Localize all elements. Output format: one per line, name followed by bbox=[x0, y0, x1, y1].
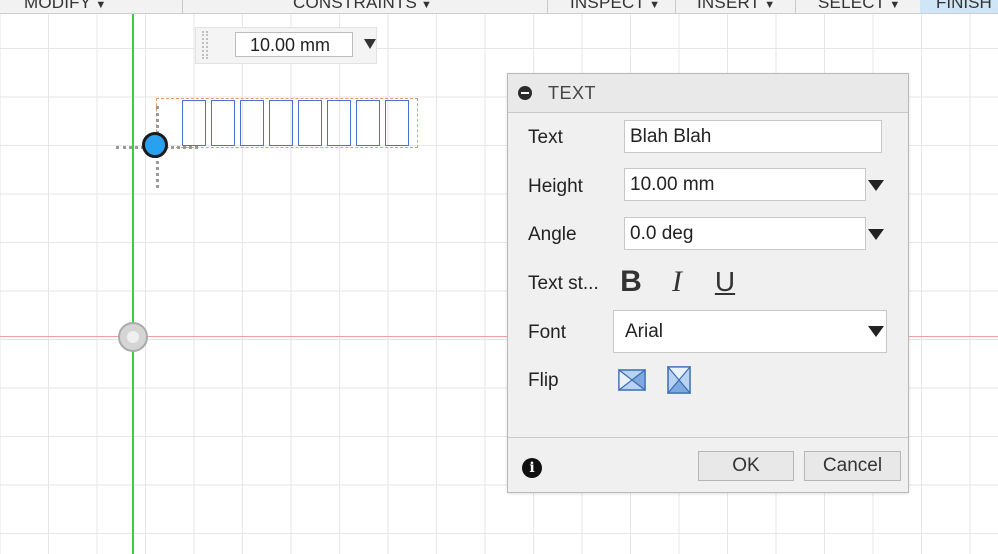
toolbar-constraints-label: CONSTRAINTS bbox=[293, 0, 418, 12]
toolbar-select-menu[interactable]: SELECT ▼ bbox=[818, 0, 900, 13]
text-glyph-box bbox=[356, 100, 380, 146]
italic-button[interactable]: I bbox=[660, 265, 694, 299]
toolbar-divider bbox=[675, 0, 676, 13]
angle-dropdown-arrow[interactable] bbox=[868, 229, 884, 240]
dimension-input-box: 10.00 mm bbox=[195, 27, 377, 64]
dialog-title: TEXT bbox=[548, 83, 597, 103]
text-glyph-box bbox=[327, 100, 351, 146]
dialog-body: Text Blah Blah Height 10.00 mm Angle 0.0… bbox=[508, 113, 908, 438]
height-input[interactable]: 10.00 mm bbox=[624, 168, 866, 201]
toolbar-inspect-label: INSPECT bbox=[570, 0, 646, 12]
text-style-label: Text st... bbox=[528, 273, 599, 294]
finish-label: FINISH bbox=[936, 0, 992, 12]
font-select[interactable]: Arial bbox=[613, 310, 887, 353]
ok-button[interactable]: OK bbox=[698, 451, 794, 481]
text-label: Text bbox=[528, 127, 563, 148]
toolbar-divider bbox=[547, 0, 548, 13]
dimension-dropdown-arrow[interactable] bbox=[364, 39, 376, 49]
text-glyph-box bbox=[385, 100, 409, 146]
font-select-value: Arial bbox=[625, 321, 664, 342]
chevron-down-icon: ▼ bbox=[95, 0, 107, 11]
y-axis-line bbox=[132, 14, 134, 554]
toolbar-constraints-menu[interactable]: CONSTRAINTS ▼ bbox=[293, 0, 432, 13]
text-glyph-box bbox=[240, 100, 264, 146]
finish-sketch-button[interactable]: FINISH bbox=[920, 0, 998, 13]
toolbar-modify-label: MODIFY bbox=[24, 0, 92, 12]
sketch-origin-point[interactable] bbox=[118, 322, 148, 352]
flip-label: Flip bbox=[528, 370, 559, 391]
font-label: Font bbox=[528, 322, 567, 343]
bold-button[interactable]: B bbox=[614, 265, 648, 299]
text-glyph-box bbox=[269, 100, 293, 146]
collapse-icon[interactable] bbox=[518, 86, 532, 100]
flip-vertical-icon[interactable] bbox=[665, 366, 693, 394]
toolbar-select-label: SELECT bbox=[818, 0, 886, 12]
dialog-footer: i OK Cancel bbox=[508, 438, 908, 493]
dialog-header: TEXT bbox=[508, 74, 908, 113]
height-label: Height bbox=[528, 176, 583, 197]
toolbar: MODIFY ▼ CONSTRAINTS ▼ INSPECT ▼ INSERT ▼ SE… bbox=[0, 0, 998, 14]
text-input[interactable]: Blah Blah bbox=[624, 120, 882, 153]
text-glyph-box bbox=[211, 100, 235, 146]
info-icon[interactable]: i bbox=[522, 458, 542, 478]
toolbar-divider bbox=[182, 0, 183, 13]
chevron-down-icon: ▼ bbox=[421, 0, 433, 11]
dimension-input[interactable]: 10.00 mm bbox=[235, 32, 353, 57]
toolbar-inspect-menu[interactable]: INSPECT ▼ bbox=[570, 0, 660, 13]
cancel-button[interactable]: Cancel bbox=[804, 451, 901, 481]
chevron-down-icon: ▼ bbox=[649, 0, 661, 11]
chevron-down-icon: ▼ bbox=[889, 0, 901, 11]
toolbar-insert-label: INSERT bbox=[697, 0, 761, 12]
flip-horizontal-icon[interactable] bbox=[618, 366, 646, 394]
angle-input[interactable]: 0.0 deg bbox=[624, 217, 866, 250]
text-glyph-box bbox=[182, 100, 206, 146]
text-glyph-box bbox=[298, 100, 322, 146]
height-dropdown-arrow[interactable] bbox=[868, 180, 884, 191]
chevron-down-icon: ▼ bbox=[764, 0, 776, 11]
text-dialog: TEXT Text Blah Blah Height 10.00 mm Angl… bbox=[507, 73, 909, 493]
angle-label: Angle bbox=[528, 224, 577, 245]
chevron-down-icon bbox=[868, 326, 884, 337]
text-anchor-point[interactable] bbox=[142, 132, 168, 158]
toolbar-divider bbox=[795, 0, 796, 13]
underline-button[interactable]: U bbox=[708, 265, 742, 299]
toolbar-modify-menu[interactable]: MODIFY ▼ bbox=[24, 0, 106, 13]
toolbar-insert-menu[interactable]: INSERT ▼ bbox=[697, 0, 775, 13]
drag-handle-icon[interactable] bbox=[202, 31, 208, 59]
